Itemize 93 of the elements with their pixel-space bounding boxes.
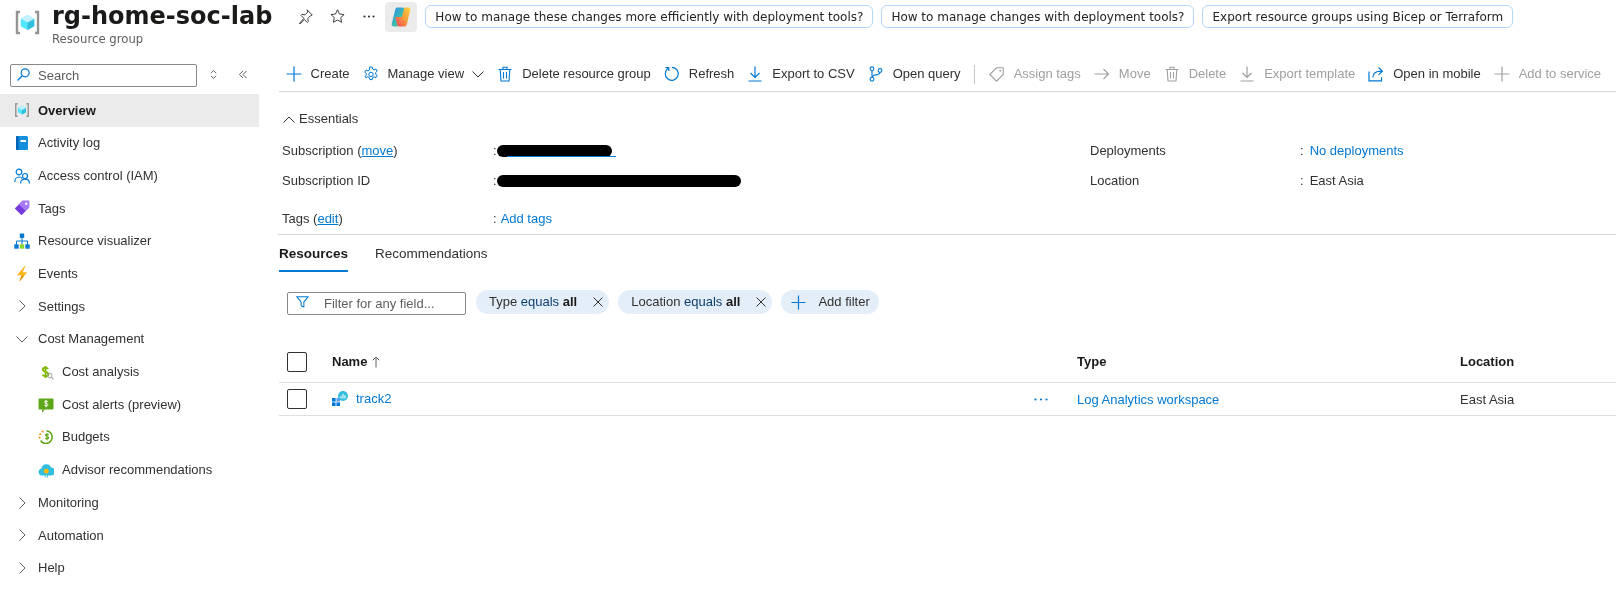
toolbar-button[interactable]: Open query xyxy=(861,58,968,90)
toolbar-button[interactable]: Refresh xyxy=(657,58,741,90)
download-icon xyxy=(747,66,764,82)
double-chevron-left-icon xyxy=(238,70,248,79)
search-icon xyxy=(17,68,30,81)
nav-item[interactable]: Advisor recommendations xyxy=(0,453,259,487)
branch-icon xyxy=(867,66,884,82)
plus-icon xyxy=(1493,66,1510,82)
table-cell: East Asia xyxy=(1460,392,1515,407)
nav-item[interactable]: Overview xyxy=(0,94,259,127)
nav-group[interactable]: Help xyxy=(0,551,259,585)
essentials-toggle[interactable]: Essentials xyxy=(283,108,1616,130)
funnel-icon xyxy=(296,296,309,308)
select-all-checkbox[interactable] xyxy=(287,351,307,372)
filter-pill[interactable]: Type equals all xyxy=(476,290,610,314)
cloud-icon xyxy=(38,461,54,478)
tag-icon xyxy=(988,66,1005,82)
tag-icon xyxy=(14,200,30,217)
swirl-logo-icon xyxy=(390,6,413,27)
resource-link[interactable]: track2 xyxy=(356,389,392,409)
toolbar-button[interactable]: Manage view xyxy=(356,58,491,90)
nav-item[interactable]: Activity log xyxy=(0,126,259,160)
field-label: Location xyxy=(1090,172,1141,191)
bracketed-cube-icon xyxy=(14,9,41,36)
tab[interactable]: Recommendations xyxy=(375,235,488,272)
download-icon xyxy=(1239,66,1256,82)
more-icon xyxy=(1034,397,1048,401)
field-colon: : xyxy=(1300,172,1304,191)
dollar-note-icon xyxy=(38,396,54,413)
column-header[interactable]: Location xyxy=(1460,351,1515,372)
share-icon xyxy=(1368,66,1385,82)
value-link[interactable]: No deployments xyxy=(1309,141,1404,161)
nav-item[interactable]: Cost analysis xyxy=(0,355,259,389)
field-label: Subscription ID xyxy=(282,172,372,191)
book-icon xyxy=(14,135,30,152)
row-checkbox[interactable] xyxy=(287,389,307,409)
plus-icon xyxy=(791,294,807,310)
field-action-link[interactable]: edit xyxy=(317,211,339,227)
suggestion-chip[interactable]: How to manage changes with deployment tools? xyxy=(881,5,1195,28)
bracketed-cube-icon xyxy=(14,102,30,119)
field-label: Subscription (move) xyxy=(282,142,399,161)
field-colon: : xyxy=(493,172,497,191)
hierarchy-icon xyxy=(14,233,30,250)
toolbar-button[interactable]: Export to CSV xyxy=(740,58,862,90)
search-field[interactable]: Search xyxy=(10,64,197,87)
page-subtitle: Resource group xyxy=(52,32,145,46)
field-action-link[interactable]: move xyxy=(361,143,394,159)
more-icon xyxy=(363,15,376,18)
filter-field[interactable]: Filter for any field... xyxy=(287,291,466,315)
toolbar-button[interactable]: Open in mobile xyxy=(1361,58,1488,90)
trash-icon xyxy=(1163,66,1180,82)
nav-item[interactable]: Events xyxy=(0,257,259,291)
resource-type-link[interactable]: Log Analytics workspace xyxy=(1077,392,1220,407)
dollar-cycle-icon xyxy=(38,429,54,446)
close-icon[interactable] xyxy=(593,297,604,307)
tab[interactable]: Resources xyxy=(279,235,349,272)
nav-item[interactable]: Resource visualizer xyxy=(0,224,259,258)
nav-item[interactable]: Tags xyxy=(0,192,259,225)
column-header[interactable]: Name xyxy=(332,351,368,372)
nav-item[interactable]: Cost alerts (preview) xyxy=(0,388,259,421)
nav-item[interactable]: Access control (IAM) xyxy=(0,159,259,193)
field-value: East Asia xyxy=(1309,172,1364,191)
close-icon[interactable] xyxy=(756,297,767,307)
assistant-button[interactable] xyxy=(385,1,418,32)
nav-group[interactable]: Automation xyxy=(0,518,259,552)
up-down-chevron-icon xyxy=(209,69,217,80)
refresh-icon xyxy=(663,66,680,82)
page-title: rg-home-soc-lab xyxy=(52,1,273,32)
gear-icon xyxy=(362,66,379,82)
column-header[interactable]: Type xyxy=(1077,351,1107,372)
field-label: Tags (edit) xyxy=(282,210,344,229)
add-filter-button[interactable]: Add filter xyxy=(781,290,879,314)
toolbar-button[interactable]: Create xyxy=(279,58,357,90)
star-icon xyxy=(329,9,345,24)
filter-pill[interactable]: Location equals all xyxy=(618,290,773,314)
value-link[interactable]: Add tags xyxy=(500,209,552,229)
nav-group[interactable]: Monitoring xyxy=(0,486,259,519)
people-icon xyxy=(14,167,30,184)
plus-icon xyxy=(285,66,302,82)
nav-group[interactable]: Settings xyxy=(0,290,259,323)
trash-icon xyxy=(497,66,514,82)
nav-group[interactable]: Cost Management xyxy=(0,322,259,356)
suggestion-chip[interactable]: Export resource groups using Bicep or Terraform xyxy=(1202,5,1514,28)
nav-item[interactable]: Budgets xyxy=(0,420,259,454)
pin-icon xyxy=(297,9,313,24)
toolbar-button[interactable]: Delete resource group xyxy=(490,58,658,90)
arrow-right-icon xyxy=(1093,66,1110,82)
field-colon: : xyxy=(493,142,497,161)
suggestion-chip[interactable]: How to manage these changes more efficiently with deployment tools? xyxy=(425,5,874,28)
grid-chart-icon xyxy=(332,391,348,407)
field-colon: : xyxy=(1300,142,1304,161)
field-label: Deployments xyxy=(1090,142,1167,161)
field-colon: : xyxy=(493,210,497,229)
